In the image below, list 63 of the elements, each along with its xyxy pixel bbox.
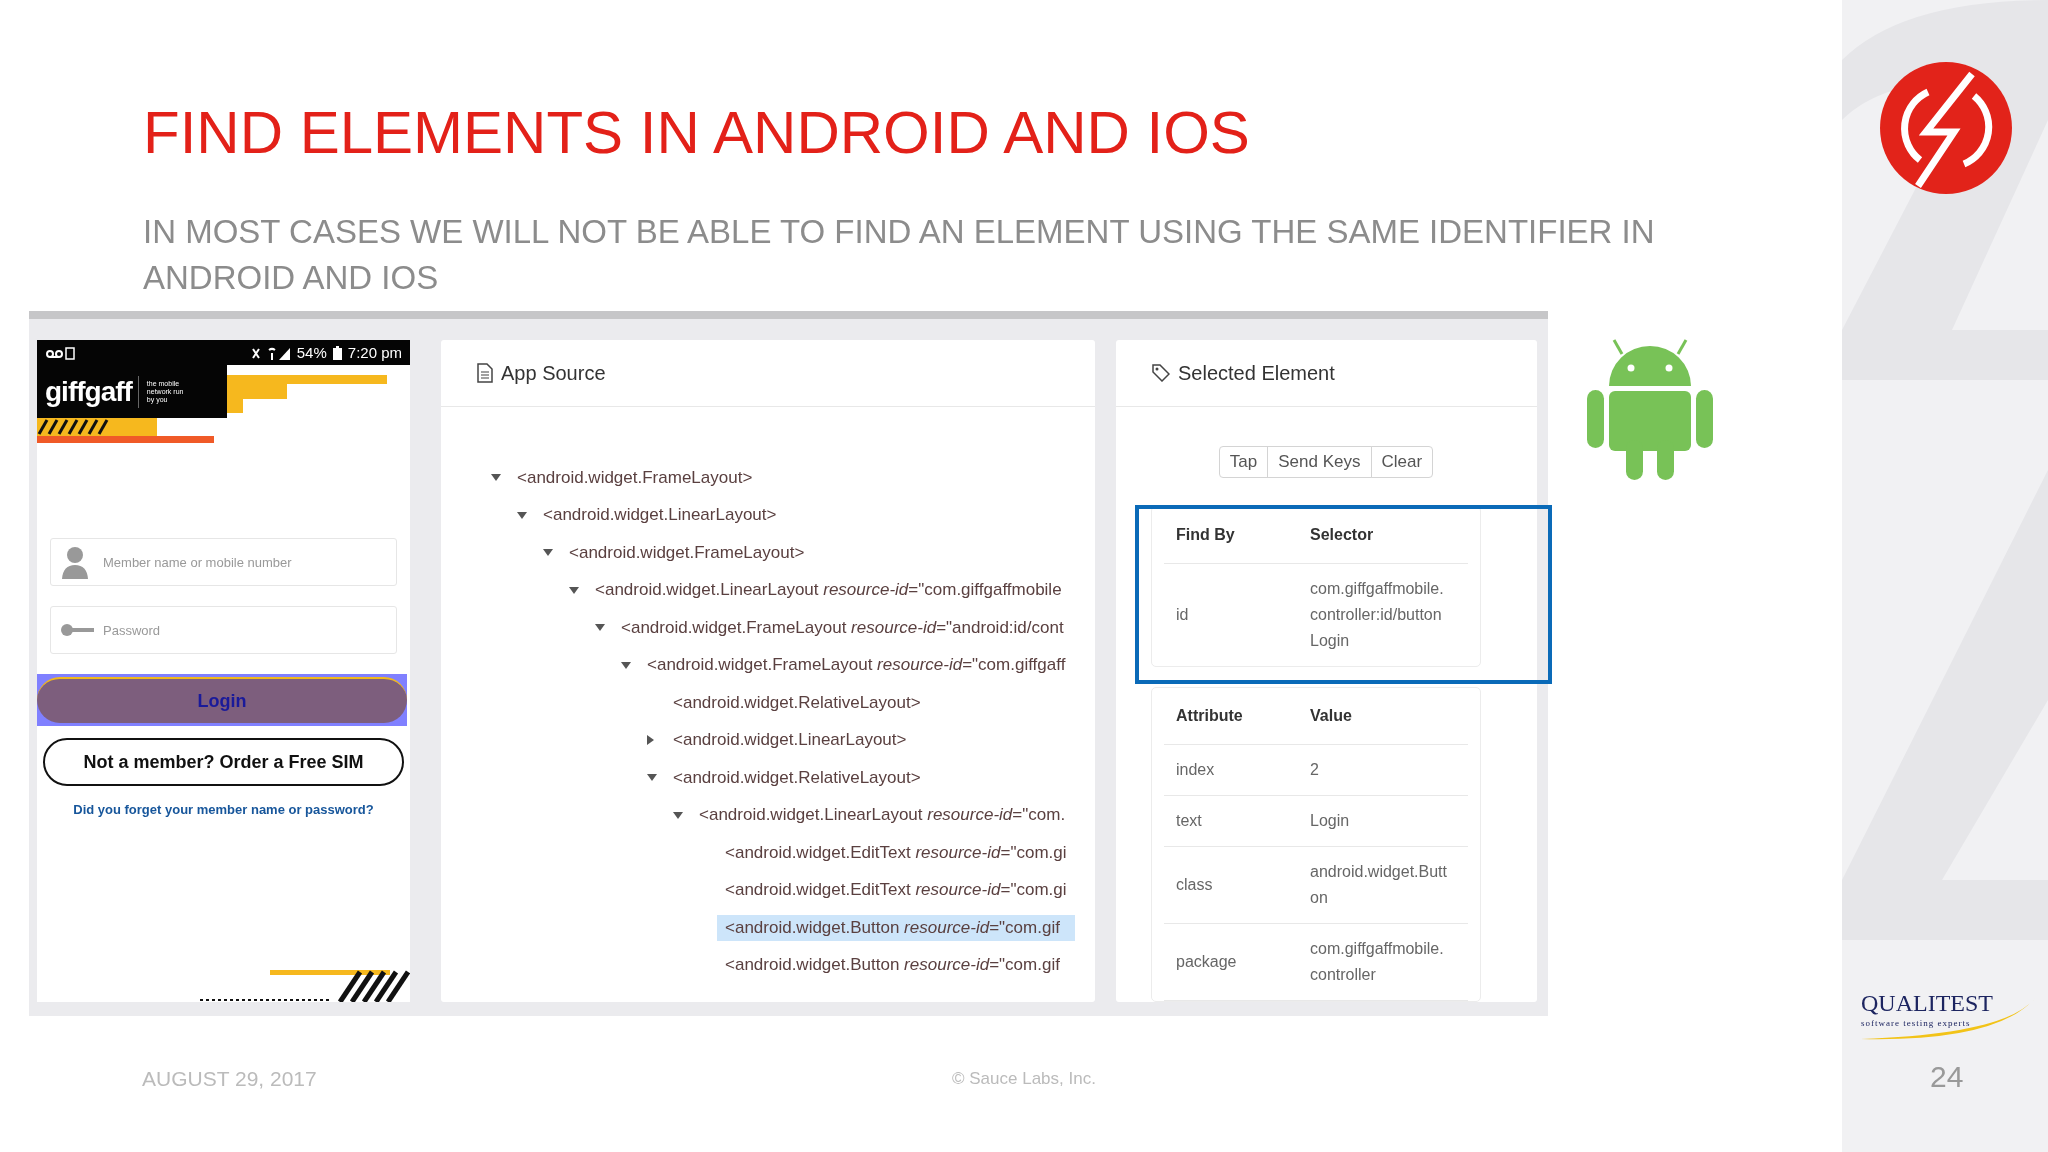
table-cell-text: com.giffgaffmobile.controller	[1310, 939, 1445, 985]
tree-node[interactable]: <android.widget.LinearLayout>	[535, 502, 1075, 529]
tag-icon	[1152, 364, 1170, 382]
user-icon	[60, 545, 90, 579]
signal-icon	[250, 345, 291, 360]
tree-node[interactable]: <android.widget.EditText resource-id="com.gi	[717, 839, 1075, 866]
caret-icon[interactable]	[647, 735, 654, 746]
action-button[interactable]: Clear	[1370, 446, 1434, 478]
battery-icon	[332, 345, 342, 360]
column-header: Attribute	[1176, 707, 1244, 725]
tree-node[interactable]: <android.widget.RelativeLayout>	[665, 764, 1075, 791]
copyright: © Sauce Labs, Inc.	[952, 1068, 1096, 1090]
column-header: Value	[1310, 707, 1353, 725]
tree-node[interactable]: <android.widget.EditText resource-id="com.gi	[717, 877, 1075, 904]
column-header: Find By	[1176, 526, 1236, 544]
tree-node[interactable]: <android.widget.Button resource-id="com.gif	[717, 914, 1075, 941]
column-header: Selector	[1310, 526, 1375, 544]
clock: 7:20 pm	[347, 344, 402, 361]
slide-subtitle: IN MOST CASES WE WILL NOT BE ABLE TO FIND AN ELEMENT USING THE SAME IDENTIFIER IN ANDROID AND IOS	[142, 212, 1656, 298]
brand-name: giffgaff	[45, 375, 139, 408]
caret-icon[interactable]	[673, 811, 683, 819]
table-cell-text: index	[1176, 761, 1216, 779]
key-icon	[60, 623, 94, 637]
battery-level: 54%	[296, 344, 327, 361]
table-cell-text: android.widget.Button	[1310, 862, 1448, 908]
slide-date: AUGUST 29, 2017	[142, 1066, 318, 1092]
voicemail-icon	[45, 345, 75, 360]
caret-icon[interactable]	[517, 511, 527, 519]
logo-tagline: software testing experts	[1861, 1018, 1971, 1028]
tree-node[interactable]: <android.widget.FrameLayout>	[561, 539, 1075, 566]
caret-icon[interactable]	[621, 661, 631, 669]
table-cell-text: class	[1176, 876, 1214, 894]
tree-node[interactable]: <android.widget.LinearLayout>	[665, 727, 1075, 754]
tree-node[interactable]: <android.widget.FrameLayout resource-id="android:id/cont	[613, 614, 1075, 641]
tree-node[interactable]: <android.widget.RelativeLayout>	[665, 689, 1075, 716]
tree-node[interactable]: <android.widget.LinearLayout resource-id="com.	[691, 802, 1075, 829]
tree-node[interactable]: <android.widget.FrameLayout resource-id="com.giffgaff	[639, 652, 1075, 679]
forgot-link[interactable]: Did you forget your member name or password?	[37, 802, 410, 817]
input-field[interactable]: Password	[50, 606, 397, 654]
table-cell-text: text	[1176, 812, 1203, 830]
table-cell-text: Login	[1310, 811, 1351, 831]
table-cell-text: package	[1176, 953, 1238, 971]
document-icon	[477, 363, 493, 383]
caret-icon[interactable]	[595, 624, 605, 632]
caret-icon[interactable]	[491, 474, 501, 482]
action-button[interactable]: Send Keys	[1267, 446, 1372, 478]
tree-node[interactable]: <android.widget.FrameLayout>	[509, 464, 1075, 491]
caret-icon[interactable]	[569, 586, 579, 594]
order-sim-button[interactable]: Not a member? Order a Free SIM	[43, 738, 404, 786]
table-cell-text: 2	[1310, 760, 1320, 780]
caret-icon[interactable]	[543, 549, 553, 557]
table-cell-text: com.giffgaffmobile.controller:id/buttonLogin	[1310, 579, 1445, 651]
page-number: 24	[1930, 1060, 1964, 1094]
slide-title: FIND ELEMENTS IN ANDROID AND IOS	[142, 98, 1251, 166]
tree-node[interactable]: <android.widget.LinearLayout resource-id="com.giffgaffmobile	[587, 577, 1075, 604]
tree-node[interactable]: <android.widget.Button resource-id="com.gif	[717, 952, 1075, 979]
panel-title: App Source	[501, 361, 606, 385]
caret-icon[interactable]	[647, 774, 657, 782]
input-field[interactable]: Member name or mobile number	[50, 538, 397, 586]
panel-title: Selected Element	[1178, 361, 1335, 385]
action-button[interactable]: Tap	[1218, 446, 1269, 478]
logo-name: QUALITEST	[1861, 989, 1993, 1018]
table-cell-text: id	[1176, 606, 1190, 624]
